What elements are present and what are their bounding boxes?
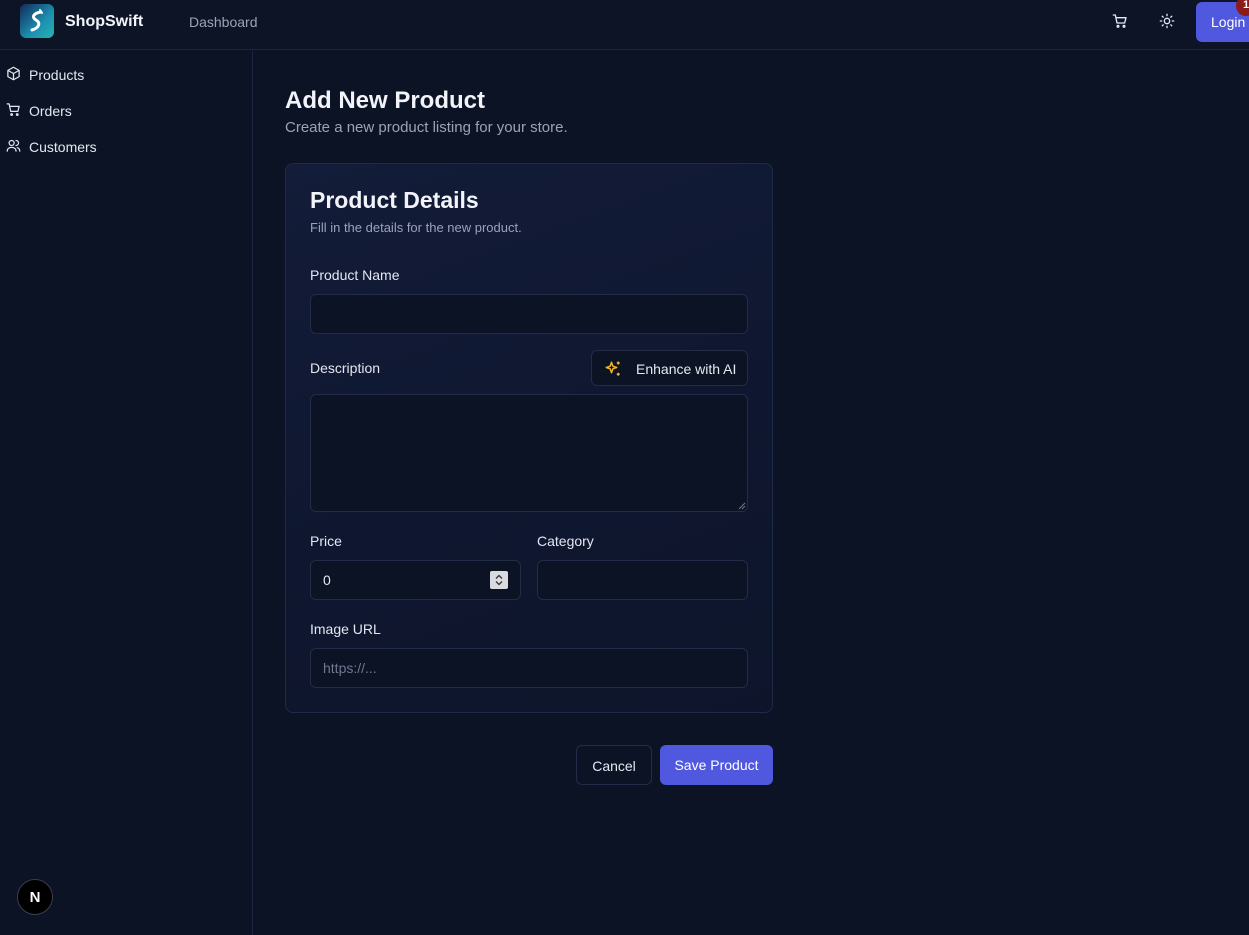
cart-icon [1112,14,1127,28]
sidebar-item-customers[interactable]: Customers [0,131,252,161]
page-title: Add New Product [285,87,486,114]
category-input[interactable] [537,560,748,600]
sidebar-item-label: Products [29,67,85,83]
price-label: Price [310,533,342,549]
package-icon [7,66,20,81]
card-subtitle: Fill in the details for the new product. [310,220,522,235]
image-url-label: Image URL [310,621,381,637]
description-textarea[interactable] [310,394,748,512]
card-title: Product Details [310,187,479,213]
sidebar: Products Orders Customers [0,51,253,935]
sidebar-item-orders[interactable]: Orders [0,95,252,125]
dev-tools-badge[interactable]: N [17,879,53,915]
price-stepper[interactable] [490,571,508,589]
shopswift-logo[interactable] [20,4,54,38]
sidebar-item-products[interactable]: Products [0,59,252,89]
nav-dashboard-link[interactable]: Dashboard [189,14,258,30]
category-label: Category [537,533,594,549]
top-bar: ShopSwift Dashboard Login 1 [0,0,1249,50]
theme-toggle-button[interactable] [1156,10,1178,32]
cart-icon [6,103,20,116]
sparkles-icon [605,361,620,376]
resize-handle-icon[interactable] [737,501,746,510]
users-icon [6,139,21,152]
sidebar-item-label: Customers [29,139,97,155]
cart-button[interactable] [1109,10,1131,32]
description-label: Description [310,360,381,376]
stepper-arrows-icon [495,574,503,586]
enhance-with-ai-button[interactable]: Enhance with AI [591,350,748,386]
save-product-button[interactable]: Save Product [660,745,773,785]
product-name-input[interactable] [310,294,748,334]
sun-icon [1159,13,1175,29]
enhance-with-ai-label: Enhance with AI [636,361,737,377]
sidebar-item-label: Orders [29,103,72,119]
page-subtitle: Create a new product listing for your st… [285,119,568,136]
product-name-label: Product Name [310,267,400,283]
brand-name[interactable]: ShopSwift [65,13,143,31]
image-url-input[interactable] [310,648,748,688]
cancel-button[interactable]: Cancel [576,745,652,785]
